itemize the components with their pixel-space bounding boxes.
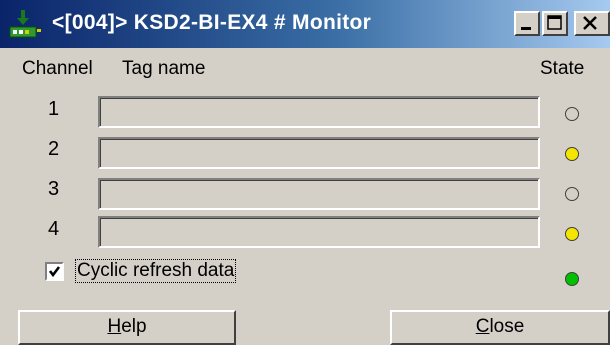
tag-name-field[interactable] — [98, 216, 540, 248]
help-button[interactable]: Help — [18, 310, 236, 345]
close-label: lose — [489, 316, 525, 337]
tag-name-field[interactable] — [98, 96, 540, 128]
cyclic-refresh-checkbox[interactable] — [45, 262, 64, 281]
tag-name-column-header: Tag name — [122, 58, 206, 79]
close-accelerator: C — [475, 316, 490, 337]
title-bar: <[004]> KSD2-BI-EX4 # Monitor — [0, 0, 610, 48]
state-indicator — [565, 227, 579, 241]
state-indicator — [565, 107, 579, 121]
state-column-header: State — [540, 58, 585, 79]
refresh-indicator — [565, 272, 579, 286]
tag-name-field[interactable] — [98, 137, 540, 169]
state-indicator — [565, 187, 579, 201]
tag-name-field[interactable] — [98, 178, 540, 210]
help-accelerator: H — [107, 316, 122, 337]
minimize-button[interactable] — [514, 11, 540, 36]
channel-column-header: Channel — [22, 58, 93, 79]
channel-number: 4 — [48, 218, 60, 240]
cyclic-refresh-label[interactable]: Cyclic refresh data — [75, 259, 237, 283]
help-label: elp — [121, 316, 147, 337]
window-title: <[004]> KSD2-BI-EX4 # Monitor — [52, 11, 372, 34]
channel-number: 2 — [48, 138, 60, 160]
network-device-icon — [8, 10, 42, 40]
state-indicator — [565, 147, 579, 161]
maximize-button[interactable] — [542, 11, 568, 36]
close-window-button[interactable] — [574, 11, 610, 36]
channel-number: 3 — [48, 178, 60, 200]
channel-number: 1 — [48, 98, 60, 120]
close-button[interactable]: Close — [390, 310, 610, 345]
